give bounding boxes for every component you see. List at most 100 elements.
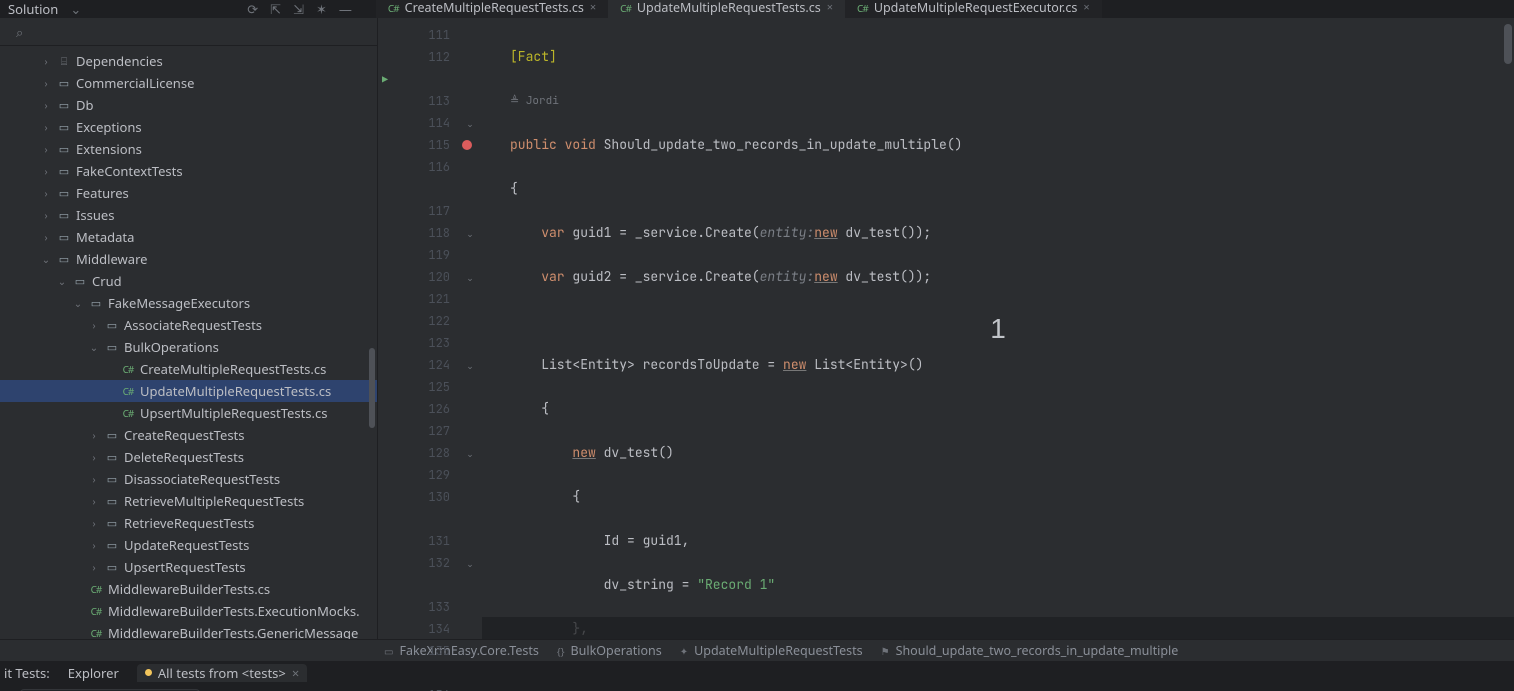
line-number[interactable]: 123 bbox=[378, 332, 458, 354]
editor-tab[interactable]: C#UpdateMultipleRequestTests.cs× bbox=[608, 0, 845, 18]
line-number[interactable] bbox=[378, 662, 458, 684]
line-number[interactable]: 121 bbox=[378, 288, 458, 310]
tree-item[interactable]: C#MiddlewareBuilderTests.ExecutionMocks. bbox=[0, 600, 377, 622]
tree-item[interactable]: ›▭Extensions bbox=[0, 138, 377, 160]
chevron-icon[interactable]: › bbox=[88, 494, 100, 508]
line-number[interactable]: 132 bbox=[378, 552, 458, 574]
line-number[interactable] bbox=[378, 574, 458, 596]
tree-item[interactable]: ›▭CreateRequestTests bbox=[0, 424, 377, 446]
line-number[interactable] bbox=[378, 508, 458, 530]
expand-icon[interactable]: ⇲ bbox=[293, 0, 304, 18]
line-number[interactable]: 112 bbox=[378, 46, 458, 68]
editor-tab[interactable]: C#CreateMultipleRequestTests.cs× bbox=[376, 0, 608, 18]
close-icon[interactable]: × bbox=[292, 664, 299, 682]
minimize-icon[interactable]: — bbox=[339, 0, 352, 18]
line-number[interactable]: 116 bbox=[378, 156, 458, 178]
line-number[interactable]: 136 bbox=[378, 684, 458, 691]
line-number[interactable]: 113 bbox=[378, 90, 458, 112]
breakpoint-icon[interactable] bbox=[462, 140, 472, 150]
solution-dropdown-icon[interactable]: ⌄ bbox=[70, 0, 81, 18]
line-number[interactable]: 125 bbox=[378, 376, 458, 398]
chevron-icon[interactable]: › bbox=[88, 516, 100, 530]
chevron-icon[interactable]: › bbox=[40, 186, 52, 200]
chevron-icon[interactable]: › bbox=[40, 208, 52, 222]
tree-item[interactable]: ›▭Exceptions bbox=[0, 116, 377, 138]
tree-item[interactable]: C#UpsertMultipleRequestTests.cs bbox=[0, 402, 377, 424]
close-icon[interactable]: × bbox=[590, 0, 596, 15]
line-number[interactable]: 117 bbox=[378, 200, 458, 222]
chevron-icon[interactable]: › bbox=[88, 318, 100, 332]
chevron-icon[interactable]: › bbox=[88, 560, 100, 574]
tree-item[interactable]: C#MiddlewareBuilderTests.GenericMessage bbox=[0, 622, 377, 639]
run-test-icon[interactable]: ▶ bbox=[382, 73, 388, 86]
chevron-icon[interactable]: › bbox=[40, 120, 52, 134]
breadcrumb-item[interactable]: ⚑Should_update_two_records_in_update_mul… bbox=[881, 642, 1179, 659]
tree-item[interactable]: ›▭UpsertRequestTests bbox=[0, 556, 377, 578]
tree-item[interactable]: ›▭FakeContextTests bbox=[0, 160, 377, 182]
chevron-icon[interactable]: › bbox=[40, 230, 52, 244]
chevron-icon[interactable]: › bbox=[40, 54, 52, 68]
tree-item[interactable]: ›▭DeleteRequestTests bbox=[0, 446, 377, 468]
breadcrumb-item[interactable]: {}BulkOperations bbox=[557, 642, 662, 659]
line-number[interactable]: 134 bbox=[378, 618, 458, 640]
tree-item[interactable]: ›▭DisassociateRequestTests bbox=[0, 468, 377, 490]
solution-tree[interactable]: ›⌸Dependencies›▭CommercialLicense›▭Db›▭E… bbox=[0, 46, 377, 639]
chevron-icon[interactable]: › bbox=[40, 76, 52, 90]
line-number[interactable]: ▶ bbox=[378, 68, 458, 90]
tree-item[interactable]: ›▭Db bbox=[0, 94, 377, 116]
settings-icon[interactable]: ✶ bbox=[316, 0, 327, 18]
fold-icon[interactable]: ⌄ bbox=[466, 557, 474, 570]
collapse-icon[interactable]: ⇱ bbox=[270, 0, 281, 18]
test-session-tab[interactable]: All tests from <tests> × bbox=[137, 664, 307, 682]
breadcrumb-item[interactable]: ✦UpdateMultipleRequestTests bbox=[680, 642, 863, 659]
fold-icon[interactable]: ⌄ bbox=[466, 447, 474, 460]
chevron-icon[interactable]: › bbox=[88, 472, 100, 486]
chevron-icon[interactable]: ⌄ bbox=[72, 296, 84, 310]
tree-item[interactable]: ›▭Issues bbox=[0, 204, 377, 226]
line-number[interactable]: 111 bbox=[378, 24, 458, 46]
tree-item[interactable]: ›▭Metadata bbox=[0, 226, 377, 248]
line-number[interactable]: 131 bbox=[378, 530, 458, 552]
line-number[interactable]: 124 bbox=[378, 354, 458, 376]
tree-item[interactable]: ⌄▭Middleware bbox=[0, 248, 377, 270]
line-number[interactable]: 118 bbox=[378, 222, 458, 244]
line-number[interactable]: 130 bbox=[378, 486, 458, 508]
tree-item[interactable]: ⌄▭BulkOperations bbox=[0, 336, 377, 358]
line-number[interactable]: 119 bbox=[378, 244, 458, 266]
line-number[interactable] bbox=[378, 178, 458, 200]
line-number[interactable]: 122 bbox=[378, 310, 458, 332]
tree-item[interactable]: ⌄▭FakeMessageExecutors bbox=[0, 292, 377, 314]
explorer-tab[interactable]: Explorer bbox=[60, 664, 127, 682]
editor-tab[interactable]: C#UpdateMultipleRequestExecutor.cs× bbox=[845, 0, 1102, 18]
chevron-icon[interactable]: › bbox=[88, 538, 100, 552]
tree-item[interactable]: ›▭Features bbox=[0, 182, 377, 204]
chevron-icon[interactable]: › bbox=[88, 450, 100, 464]
tree-item[interactable]: ⌄▭Crud bbox=[0, 270, 377, 292]
fold-icon[interactable]: ⌄ bbox=[466, 359, 474, 372]
fold-icon[interactable]: ⌄ bbox=[466, 271, 474, 284]
line-number[interactable]: 128 bbox=[378, 442, 458, 464]
line-number[interactable]: 135 bbox=[378, 640, 458, 662]
line-number[interactable]: 127 bbox=[378, 420, 458, 442]
tree-item[interactable]: ›⌸Dependencies bbox=[0, 50, 377, 72]
line-number[interactable]: 120 bbox=[378, 266, 458, 288]
line-number[interactable]: 115 bbox=[378, 134, 458, 156]
tree-item[interactable]: ›▭CommercialLicense bbox=[0, 72, 377, 94]
fold-icon[interactable]: ⌄ bbox=[466, 227, 474, 240]
editor-scrollbar[interactable] bbox=[1504, 24, 1512, 64]
chevron-icon[interactable]: › bbox=[40, 98, 52, 112]
line-number[interactable]: 133 bbox=[378, 596, 458, 618]
line-number[interactable]: 114 bbox=[378, 112, 458, 134]
close-icon[interactable]: × bbox=[1083, 0, 1089, 15]
tree-item[interactable]: ›▭AssociateRequestTests bbox=[0, 314, 377, 336]
tree-item[interactable]: C#CreateMultipleRequestTests.cs bbox=[0, 358, 377, 380]
fold-icon[interactable]: ⌄ bbox=[466, 117, 474, 130]
tree-item[interactable]: C#MiddlewareBuilderTests.cs bbox=[0, 578, 377, 600]
chevron-icon[interactable]: ⌄ bbox=[40, 252, 52, 266]
close-icon[interactable]: × bbox=[827, 0, 833, 15]
line-number[interactable]: 126 bbox=[378, 398, 458, 420]
chevron-icon[interactable]: ⌄ bbox=[56, 274, 68, 288]
sidebar-search[interactable]: ⌕ bbox=[0, 18, 377, 46]
tree-item[interactable]: ›▭UpdateRequestTests bbox=[0, 534, 377, 556]
chevron-icon[interactable]: › bbox=[88, 428, 100, 442]
